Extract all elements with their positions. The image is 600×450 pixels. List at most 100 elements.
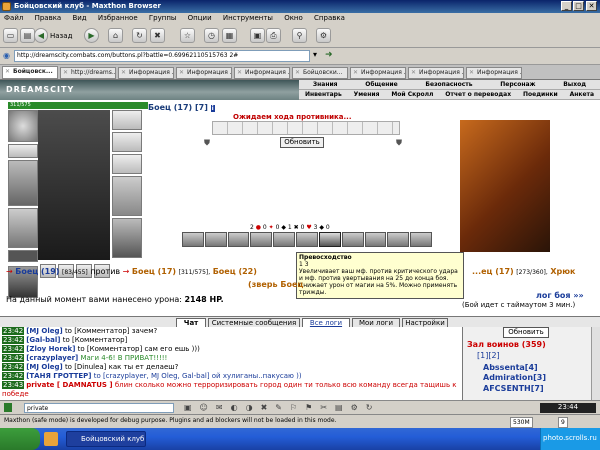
groups-icon[interactable]: ▦ — [222, 28, 237, 43]
browser-tab[interactable]: Информация ... — [466, 67, 522, 79]
link-inventory[interactable]: Инвентарь — [305, 91, 342, 98]
tools-icon[interactable]: ⚙ — [316, 28, 331, 43]
forward-icon[interactable]: ▶ — [84, 28, 99, 43]
room-refresh-button[interactable]: Обновить — [503, 327, 549, 338]
save-icon[interactable]: ▤ — [20, 28, 35, 43]
battle-log-link[interactable]: лог боя »» — [536, 291, 584, 300]
chat-author[interactable]: private [ DAMNATUS ] — [26, 381, 112, 389]
menu-options[interactable]: Опции — [188, 14, 212, 22]
enemy-name[interactable]: Боец (19) — [15, 267, 59, 276]
chat-author[interactable]: [Gal-bal] — [26, 336, 60, 344]
earring-slot[interactable] — [112, 110, 142, 130]
link-security[interactable]: Безопасность — [425, 81, 472, 88]
link-profile[interactable]: Анкета — [570, 91, 594, 98]
gloves-slot[interactable] — [112, 154, 142, 174]
ally-name[interactable]: Боец (22) — [213, 267, 257, 276]
refresh-button[interactable]: Обновить — [280, 137, 324, 148]
print-icon[interactable]: ⎙ — [266, 28, 281, 43]
chat-author[interactable]: [MJ Oleg] — [26, 363, 63, 371]
amulet-slot[interactable] — [8, 144, 38, 158]
trick-icon[interactable] — [227, 232, 250, 247]
menu-view[interactable]: Вид — [72, 14, 86, 22]
legs-slot[interactable] — [112, 218, 142, 258]
browser-tab[interactable]: Информация ... — [408, 67, 464, 79]
weapon-slot[interactable] — [8, 160, 38, 206]
history-icon[interactable]: ◷ — [204, 28, 219, 43]
favorites-icon[interactable]: ☆ — [180, 28, 195, 43]
trick-icon[interactable] — [250, 232, 273, 247]
url-input[interactable]: http://dreamscity.combats.com/buttons.pl… — [14, 50, 310, 62]
browser-tab[interactable]: Информация ... — [234, 67, 290, 79]
trick-icon[interactable] — [364, 232, 387, 247]
link-knowledge[interactable]: Знания — [313, 81, 338, 88]
menu-edit[interactable]: Правка — [35, 14, 62, 22]
link-battles[interactable]: Поединки — [523, 91, 558, 98]
trick-icon[interactable] — [182, 232, 204, 247]
page-icon[interactable]: ▭ — [3, 28, 18, 43]
ally-name[interactable]: Хрюк — [550, 267, 575, 276]
scroll-slots[interactable] — [212, 121, 400, 135]
link-character[interactable]: Персонаж — [500, 81, 535, 88]
belt-slot[interactable] — [8, 250, 38, 262]
close-button[interactable]: ✕ — [586, 1, 597, 11]
menu-tools[interactable]: Инструменты — [223, 14, 273, 22]
chat-controls[interactable]: ▣☺✉◐◑✖✎⚐⚑✂▤⚙↻ — [184, 403, 484, 413]
trick-icon[interactable] — [273, 232, 296, 247]
chat-author[interactable]: [MJ Oleg] — [26, 327, 63, 335]
link-transfers[interactable]: Отчет о переводах — [445, 91, 511, 98]
chat-author[interactable]: [ТАНЯ ГРОТТЕР] — [26, 372, 91, 380]
trick-icon[interactable] — [341, 232, 364, 247]
menu-file[interactable]: Файл — [4, 14, 23, 22]
chat-author[interactable]: [crazyplayer] — [26, 354, 78, 362]
menu-help[interactable]: Справка — [314, 14, 345, 22]
helmet-slot[interactable] — [8, 110, 38, 142]
chat-input[interactable]: private — [24, 403, 174, 413]
link-scroll[interactable]: Мой Скролл — [391, 91, 433, 98]
menu-favorites[interactable]: Избранное — [98, 14, 138, 22]
browser-tab[interactable]: Информация ... — [176, 67, 232, 79]
home-icon[interactable]: ⌂ — [108, 28, 123, 43]
stop-icon[interactable]: ✖ — [150, 28, 165, 43]
taskbar-app[interactable]: Бойцовский клуб - M... — [66, 431, 146, 447]
page-link[interactable]: [2] — [488, 351, 499, 360]
browser-tab[interactable]: Бойцовск... — [2, 66, 58, 79]
url-dropdown-icon[interactable]: ▾ — [313, 50, 317, 59]
zoom-icon[interactable]: ⚲ — [292, 28, 307, 43]
trick-icon[interactable] — [410, 232, 432, 247]
ally-name[interactable]: Боец (17) — [132, 267, 176, 276]
back-icon[interactable]: ◀ — [34, 28, 48, 43]
room-player[interactable]: Admiration[3] — [483, 373, 546, 382]
info-icon[interactable]: i — [210, 105, 215, 112]
link-skills[interactable]: Умения — [354, 91, 380, 98]
minimize-button[interactable]: _ — [561, 1, 572, 11]
browser-tab[interactable]: Бойцовски... — [292, 67, 348, 79]
maximize-button[interactable]: □ — [573, 1, 584, 11]
shield-slot[interactable] — [112, 176, 142, 216]
back-label[interactable]: Назад — [50, 32, 72, 40]
chat-author[interactable]: [Zloy Horek] — [26, 345, 75, 353]
trick-icon[interactable] — [387, 232, 410, 247]
browser-tab[interactable]: Информация ... — [118, 67, 174, 79]
room-player[interactable]: AFCSENTH[7] — [483, 384, 544, 393]
pet-name[interactable]: (зверь Боец — [248, 280, 303, 289]
trick-icon[interactable] — [296, 232, 318, 247]
quicklaunch-icon[interactable] — [44, 432, 58, 446]
room-player[interactable]: Abssenta[4] — [483, 363, 538, 372]
trick-icon[interactable] — [204, 232, 227, 247]
link-chat[interactable]: Общение — [365, 81, 397, 88]
start-button[interactable] — [0, 428, 40, 450]
link-exit[interactable]: Выход — [563, 81, 586, 88]
menu-window[interactable]: Окно — [284, 14, 303, 22]
menu-groups[interactable]: Группы — [149, 14, 177, 22]
room-scrollbar[interactable] — [591, 327, 600, 400]
trick-icon-hovered[interactable] — [318, 232, 341, 247]
ally-name[interactable]: ...ец (17) — [472, 267, 514, 276]
page-link[interactable]: [1] — [477, 351, 488, 360]
go-icon[interactable]: ➜ — [325, 50, 333, 60]
browser-tab[interactable]: Информация ... — [350, 67, 406, 79]
ring-slot[interactable] — [112, 132, 142, 152]
browser-tab[interactable]: http://dreams... — [60, 67, 116, 79]
armor-slot[interactable] — [8, 208, 38, 248]
refresh-icon[interactable]: ↻ — [132, 28, 147, 43]
folder-icon[interactable]: ▣ — [250, 28, 265, 43]
